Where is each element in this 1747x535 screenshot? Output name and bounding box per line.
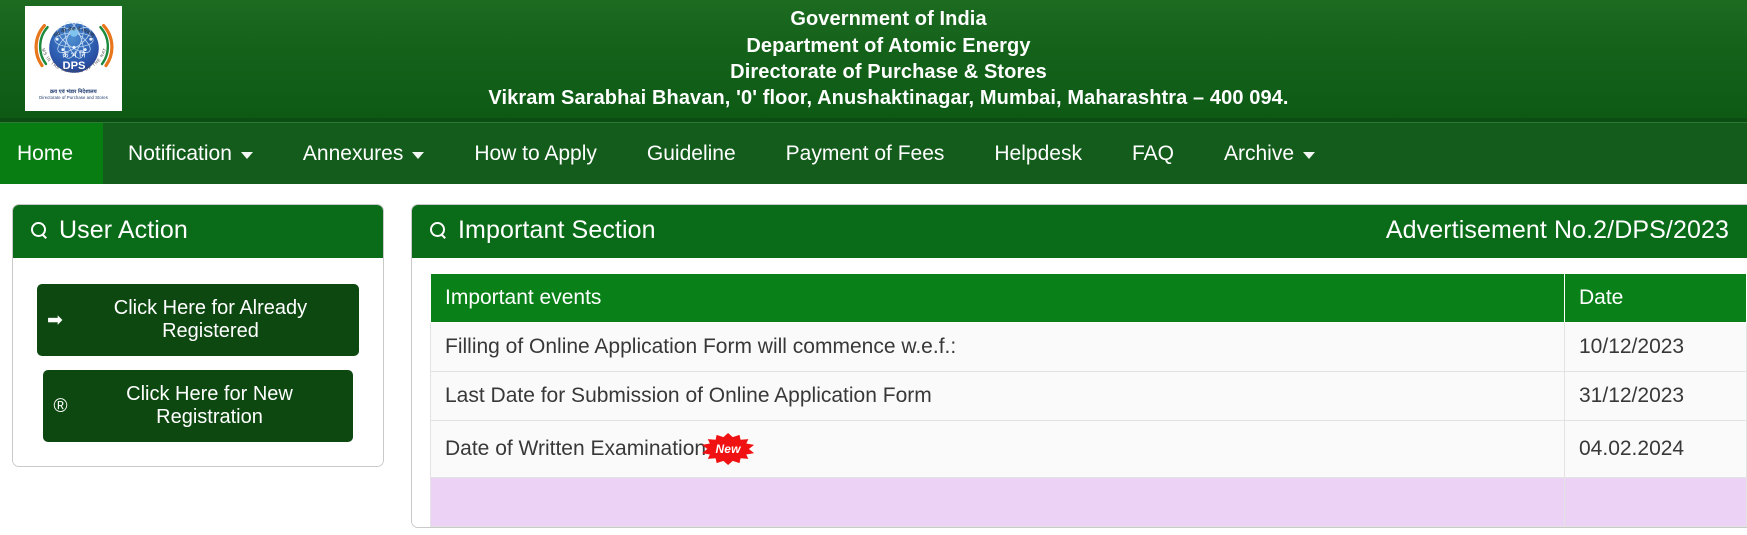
header-line-department: Department of Atomic Energy: [746, 34, 1031, 57]
cell-event: Last Date for Submission of Online Appli…: [430, 371, 1565, 421]
cell-event: [430, 477, 1565, 527]
logo-caption-english: Directorate of Purchase and Stores: [39, 95, 108, 100]
nav-item-how-to-apply[interactable]: How to Apply: [449, 123, 622, 184]
nav-item-annexures[interactable]: Annexures: [278, 123, 449, 184]
nav-item-faq[interactable]: FAQ: [1107, 123, 1199, 184]
advertisement-number: Advertisement No.2/DPS/2023: [1385, 216, 1729, 244]
table-row: Last Date for Submission of Online Appli…: [430, 371, 1747, 421]
new-badge-icon: New: [702, 433, 755, 465]
nav-item-notification[interactable]: Notification: [103, 123, 278, 184]
header-line-government: Government of India: [790, 8, 987, 31]
user-action-panel-body: ➡ Click Here for Already Registered ® Cl…: [13, 258, 383, 466]
new-badge-label: New: [715, 442, 741, 456]
table-row: Filling of Online Application Form will …: [430, 322, 1747, 372]
user-action-panel-header: User Action: [13, 205, 383, 258]
chevron-down-icon: [240, 152, 253, 159]
nav-item-label: How to Apply: [474, 141, 597, 165]
important-section-panel-header: Important Section Advertisement No.2/DPS…: [412, 205, 1747, 258]
nav-item-payment-of-fees[interactable]: Payment of Fees: [761, 123, 970, 184]
cell-date: 10/12/2023: [1564, 322, 1747, 372]
cell-event-text: Date of Written Examination: [445, 437, 707, 460]
cell-date: 04.02.2024: [1564, 420, 1747, 478]
header-line-directorate: Directorate of Purchase & Stores: [730, 61, 1047, 83]
main-navigation: Home Notification Annexures How to Apply…: [0, 122, 1747, 184]
important-events-table: Important events Date Filling of Online …: [430, 273, 1747, 527]
user-action-panel: User Action ➡ Click Here for Already Reg…: [12, 204, 384, 467]
nav-item-label: Home: [17, 141, 74, 165]
table-row-highlighted: [430, 477, 1747, 527]
cell-date: [1564, 477, 1747, 527]
dps-logo: क्रं भं नि DPS राष्ट्र की सेवा में परमाण…: [25, 4, 122, 111]
nav-item-label: Helpdesk: [994, 141, 1082, 165]
search-icon: [430, 222, 447, 239]
column-header-date: Date: [1564, 273, 1747, 323]
cell-event: Date of Written Examination New: [430, 420, 1565, 478]
search-icon: [31, 222, 48, 239]
user-action-title: User Action: [59, 216, 188, 244]
nav-item-guideline[interactable]: Guideline: [622, 123, 761, 184]
table-row: Date of Written Examination New 04.02.20…: [430, 420, 1747, 478]
sign-in-icon: ➡: [47, 309, 63, 331]
dps-emblem-icon: क्रं भं नि DPS राष्ट्र की सेवा में परमाण…: [32, 4, 114, 88]
main-content: User Action ➡ Click Here for Already Reg…: [0, 184, 1747, 528]
nav-item-home[interactable]: Home: [0, 123, 104, 184]
already-registered-button[interactable]: ➡ Click Here for Already Registered: [37, 284, 359, 356]
site-header: क्रं भं नि DPS राष्ट्र की सेवा में परमाण…: [0, 0, 1747, 118]
nav-item-label: Archive: [1223, 141, 1294, 165]
new-registration-label: Click Here for New Registration: [126, 383, 293, 428]
nav-item-archive[interactable]: Archive: [1199, 123, 1340, 184]
nav-item-label: Notification: [128, 141, 232, 165]
svg-text:क्रं भं नि: क्रं भं नि: [62, 50, 86, 60]
important-section-panel: Important Section Advertisement No.2/DPS…: [411, 204, 1747, 528]
chevron-down-icon: [412, 152, 425, 159]
chevron-down-icon: [1303, 152, 1315, 159]
nav-item-label: Payment of Fees: [785, 141, 945, 165]
nav-item-label: FAQ: [1131, 141, 1174, 165]
table-header-row: Important events Date: [430, 273, 1747, 323]
header-title-block: Government of India Department of Atomic…: [0, 6, 1747, 112]
important-section-title: Important Section: [458, 216, 656, 244]
nav-item-helpdesk[interactable]: Helpdesk: [969, 123, 1107, 184]
registered-icon: ®: [53, 395, 68, 417]
new-registration-button[interactable]: ® Click Here for New Registration: [43, 370, 353, 442]
cell-date: 31/12/2023: [1564, 371, 1747, 421]
important-section-panel-body: Important events Date Filling of Online …: [412, 258, 1747, 527]
header-line-address: Vikram Sarabhai Bhavan, '0' floor, Anush…: [488, 87, 1289, 110]
column-header-events: Important events: [430, 273, 1565, 323]
nav-item-label: Guideline: [646, 141, 736, 165]
already-registered-label: Click Here for Already Registered: [113, 297, 308, 342]
nav-item-label: Annexures: [302, 141, 404, 165]
cell-event: Filling of Online Application Form will …: [430, 322, 1565, 372]
